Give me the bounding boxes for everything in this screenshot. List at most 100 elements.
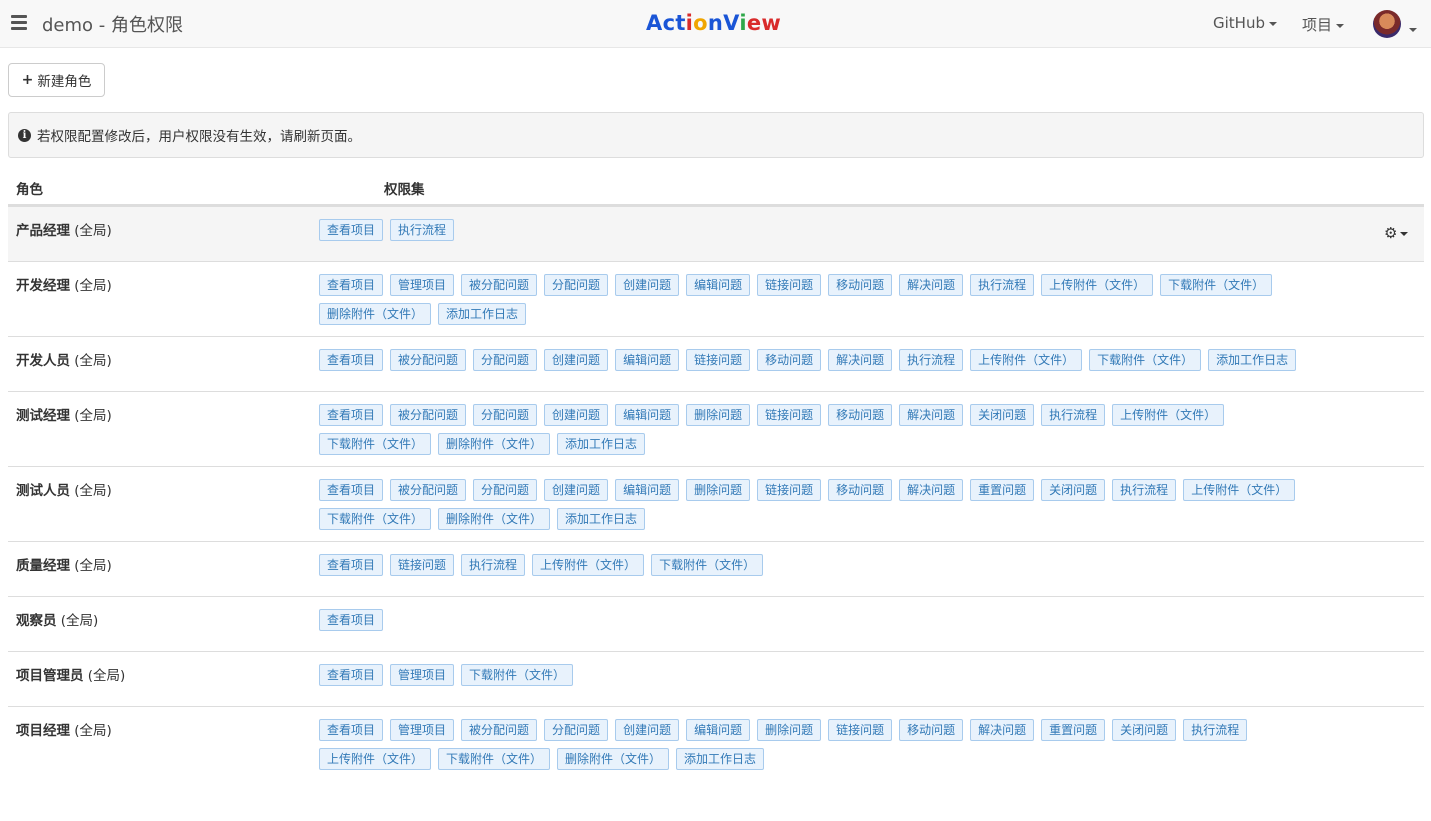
permission-tag[interactable]: 执行流程 (1183, 719, 1248, 741)
permission-tag[interactable]: 查看项目 (319, 664, 384, 686)
permission-tag[interactable]: 编辑问题 (686, 274, 751, 296)
permission-tag[interactable]: 查看项目 (319, 719, 384, 741)
permission-tag[interactable]: 查看项目 (319, 479, 384, 501)
permission-tag[interactable]: 删除附件（文件） (319, 303, 432, 325)
permission-tag[interactable]: 执行流程 (390, 219, 455, 241)
permission-tag[interactable]: 分配问题 (473, 404, 538, 426)
permission-tag[interactable]: 分配问题 (544, 719, 609, 741)
permission-tag[interactable]: 链接问题 (757, 274, 822, 296)
permission-tag[interactable]: 移动问题 (828, 479, 893, 501)
permission-tag[interactable]: 被分配问题 (461, 719, 538, 741)
permission-tag[interactable]: 移动问题 (828, 274, 893, 296)
actionview-logo[interactable]: ActionView (646, 11, 781, 35)
permission-tag[interactable]: 上传附件（文件） (1183, 479, 1296, 501)
permission-tag[interactable]: 创建问题 (544, 479, 609, 501)
project-dropdown[interactable]: 项目 (1302, 14, 1345, 35)
permission-tag[interactable]: 管理项目 (390, 719, 455, 741)
permission-tag[interactable]: 添加工作日志 (557, 433, 646, 455)
hamburger-menu-icon[interactable] (11, 15, 27, 30)
permission-tag[interactable]: 解决问题 (970, 719, 1035, 741)
permission-tag[interactable]: 添加工作日志 (676, 748, 765, 770)
permission-tag[interactable]: 链接问题 (757, 404, 822, 426)
permission-tag[interactable]: 下载附件（文件） (651, 554, 764, 576)
permission-tag[interactable]: 解决问题 (899, 274, 964, 296)
permission-tag[interactable]: 下载附件（文件） (319, 433, 432, 455)
permission-tag[interactable]: 管理项目 (390, 664, 455, 686)
permission-tag[interactable]: 添加工作日志 (1208, 349, 1297, 371)
plus-icon: + (21, 72, 34, 88)
permission-tag[interactable]: 链接问题 (686, 349, 751, 371)
permission-tag[interactable]: 关闭问题 (970, 404, 1035, 426)
permission-tag[interactable]: 编辑问题 (615, 404, 680, 426)
new-role-label: 新建角色 (37, 74, 92, 90)
permission-tag[interactable]: 下载附件（文件） (461, 664, 574, 686)
permission-tag[interactable]: 执行流程 (461, 554, 526, 576)
permission-tag[interactable]: 执行流程 (1112, 479, 1177, 501)
permission-tag[interactable]: 执行流程 (899, 349, 964, 371)
permission-tag[interactable]: 创建问题 (615, 719, 680, 741)
permission-tag[interactable]: 删除问题 (757, 719, 822, 741)
role-title: 测试人员 (16, 483, 70, 499)
permission-tag[interactable]: 被分配问题 (390, 479, 467, 501)
permission-tag[interactable]: 编辑问题 (615, 479, 680, 501)
permission-tag[interactable]: 链接问题 (828, 719, 893, 741)
permission-tag[interactable]: 重置问题 (1041, 719, 1106, 741)
permission-tag[interactable]: 分配问题 (473, 479, 538, 501)
permission-tag[interactable]: 被分配问题 (461, 274, 538, 296)
permission-tag[interactable]: 移动问题 (899, 719, 964, 741)
role-title: 开发人员 (16, 353, 70, 369)
permission-tag[interactable]: 创建问题 (544, 404, 609, 426)
permission-tag[interactable]: 解决问题 (899, 479, 964, 501)
permission-tag[interactable]: 链接问题 (757, 479, 822, 501)
permission-tag[interactable]: 查看项目 (319, 404, 384, 426)
github-dropdown[interactable]: GitHub (1213, 14, 1277, 32)
permission-tag[interactable]: 删除附件（文件） (438, 433, 551, 455)
permission-tag[interactable]: 移动问题 (757, 349, 822, 371)
permission-tag[interactable]: 关闭问题 (1112, 719, 1177, 741)
permission-tag[interactable]: 删除问题 (686, 404, 751, 426)
project-label: 项目 (1302, 16, 1333, 34)
permission-tag[interactable]: 链接问题 (390, 554, 455, 576)
permission-tag[interactable]: 查看项目 (319, 554, 384, 576)
permission-tag[interactable]: 上传附件（文件） (1041, 274, 1154, 296)
permission-tag[interactable]: 下载附件（文件） (1160, 274, 1273, 296)
permission-tag[interactable]: 创建问题 (544, 349, 609, 371)
user-menu-caret[interactable] (1405, 22, 1417, 37)
permission-tag[interactable]: 上传附件（文件） (319, 748, 432, 770)
permission-tag[interactable]: 被分配问题 (390, 349, 467, 371)
column-header-permissions: 权限集 (384, 182, 425, 198)
permission-tag[interactable]: 编辑问题 (615, 349, 680, 371)
permission-tag[interactable]: 编辑问题 (686, 719, 751, 741)
github-label: GitHub (1213, 14, 1265, 32)
permission-tag[interactable]: 查看项目 (319, 274, 384, 296)
permission-tag[interactable]: 查看项目 (319, 609, 384, 631)
permission-tag[interactable]: 移动问题 (828, 404, 893, 426)
permission-tag[interactable]: 删除附件（文件） (438, 508, 551, 530)
permission-tag[interactable]: 下载附件（文件） (438, 748, 551, 770)
permission-tag[interactable]: 上传附件（文件） (532, 554, 645, 576)
permission-tag[interactable]: 执行流程 (1041, 404, 1106, 426)
permission-tag[interactable]: 删除附件（文件） (557, 748, 670, 770)
permission-tag[interactable]: 下载附件（文件） (1089, 349, 1202, 371)
permission-tag[interactable]: 创建问题 (615, 274, 680, 296)
permission-tag[interactable]: 添加工作日志 (438, 303, 527, 325)
user-avatar[interactable] (1373, 10, 1401, 38)
permission-tag[interactable]: 管理项目 (390, 274, 455, 296)
permission-tag[interactable]: 分配问题 (473, 349, 538, 371)
new-role-button[interactable]: + 新建角色 (8, 63, 105, 97)
permission-tag[interactable]: 上传附件（文件） (1112, 404, 1225, 426)
permission-tag[interactable]: 解决问题 (899, 404, 964, 426)
permission-tag[interactable]: 下载附件（文件） (319, 508, 432, 530)
permission-tag[interactable]: 重置问题 (970, 479, 1035, 501)
permission-tag[interactable]: 上传附件（文件） (970, 349, 1083, 371)
permission-tag[interactable]: 关闭问题 (1041, 479, 1106, 501)
permission-tag[interactable]: 执行流程 (970, 274, 1035, 296)
row-settings-dropdown[interactable]: ⚙ (1384, 224, 1409, 242)
permission-tag[interactable]: 被分配问题 (390, 404, 467, 426)
permission-tag[interactable]: 添加工作日志 (557, 508, 646, 530)
permission-tag[interactable]: 查看项目 (319, 349, 384, 371)
permission-tag[interactable]: 删除问题 (686, 479, 751, 501)
permission-tag[interactable]: 分配问题 (544, 274, 609, 296)
permission-tag[interactable]: 查看项目 (319, 219, 384, 241)
permission-tag[interactable]: 解决问题 (828, 349, 893, 371)
